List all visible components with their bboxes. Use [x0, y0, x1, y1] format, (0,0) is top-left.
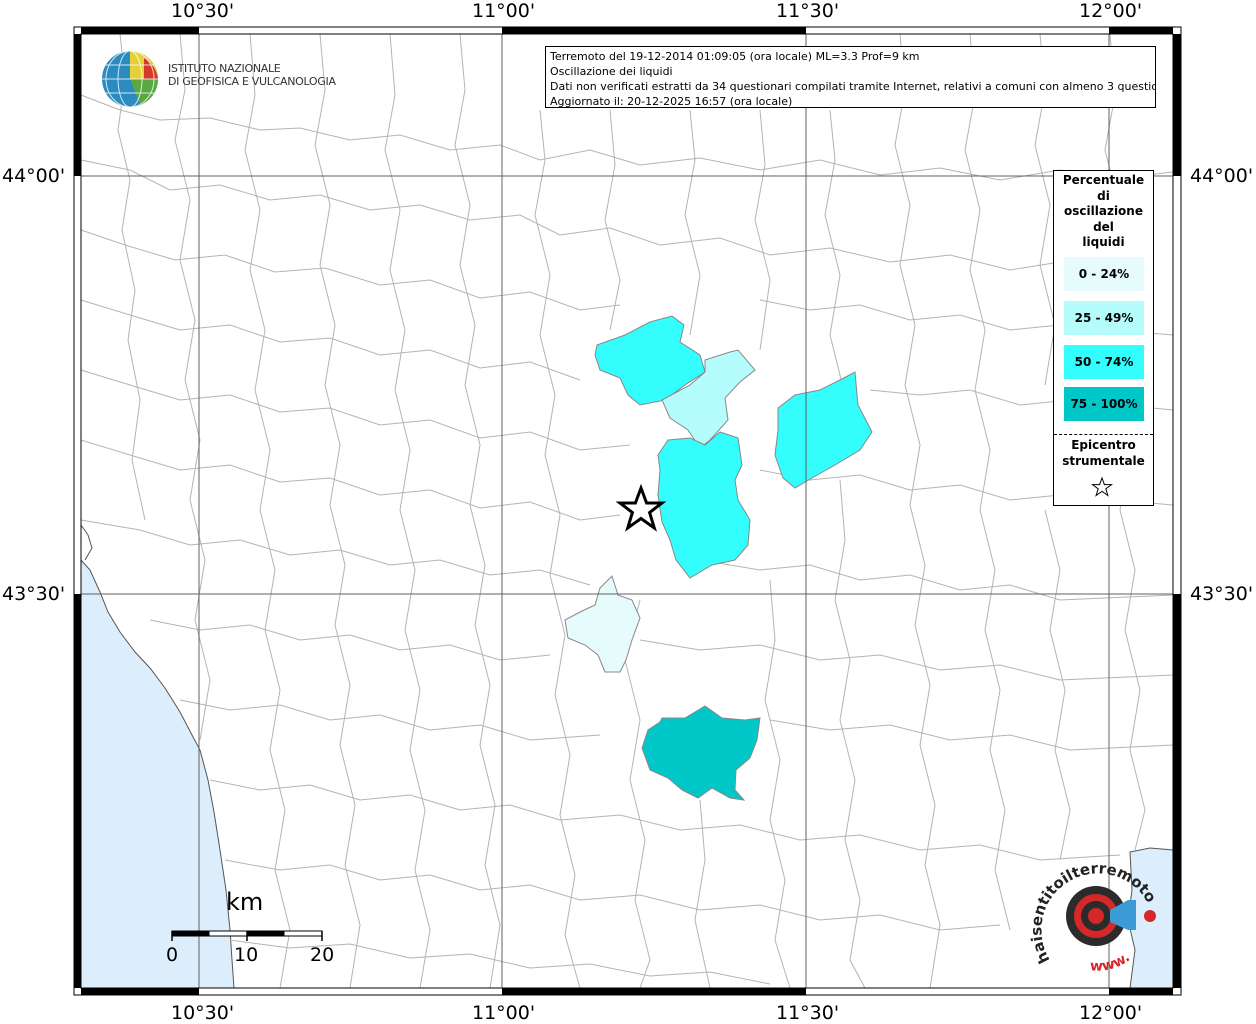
ingv-name: ISTITUTO NAZIONALE DI GEOFISICA E VULCAN… [168, 62, 336, 88]
map-subject: Oscillazione dei liquidi [550, 65, 673, 78]
legend-title-line: Percentuale [1062, 173, 1145, 187]
lon-label-bottom-2: 11°00' [472, 1002, 536, 1024]
scale-unit: km [226, 888, 264, 916]
ingv-name-line1: ISTITUTO NAZIONALE [168, 62, 281, 75]
legend-epicenter-line: Epicentro [1071, 438, 1136, 452]
updated-at: Aggiornato il: 20-12-2025 16:57 (ora loc… [550, 95, 793, 108]
data-note: Dati non verificati estratti da 34 quest… [550, 80, 1156, 93]
legend-epicenter-label: Epicentro strumentale [1054, 437, 1153, 469]
lat-label-right-1: 44°00' [1190, 165, 1254, 187]
lon-label-top-2: 11°00' [472, 0, 536, 22]
event-info-box: Terremoto del 19-12-2014 01:09:05 (ora l… [545, 46, 1156, 108]
legend-title-line: oscillazione [1064, 204, 1143, 218]
scale-tick-0: 0 [166, 944, 179, 966]
scale-tick-20: 20 [310, 944, 335, 966]
legend-separator [1054, 434, 1153, 435]
ingv-name-line2: DI GEOFISICA E VULCANOLOGIA [168, 75, 336, 88]
star-icon [1091, 476, 1113, 497]
lon-label-bottom-4: 12°00' [1079, 1002, 1143, 1024]
scale-tick-10: 10 [234, 944, 259, 966]
legend-class-0-24: 0 - 24% [1064, 257, 1144, 291]
ingv-logo: ISTITUTO NAZIONALE DI GEOFISICA E VULCAN… [100, 48, 336, 110]
globe-icon [102, 50, 158, 108]
legend-title: Percentuale di oscillazione del liquidi [1054, 171, 1153, 251]
event-title: Terremoto del 19-12-2014 01:09:05 (ora l… [550, 50, 920, 63]
watermark-url: www. [1090, 949, 1133, 974]
lat-label-left-2: 43°30' [2, 583, 66, 605]
legend-title-line: del [1093, 219, 1114, 234]
legend-class-50-74: 50 - 74% [1064, 345, 1144, 379]
lat-label-right-2: 43°30' [1190, 583, 1254, 605]
haisentitoilterremoto-logo: haisentitoilterremoto.it www. [1028, 848, 1160, 975]
lon-label-bottom-3: 11°30' [776, 1002, 840, 1024]
legend-class-25-49: 25 - 49% [1064, 301, 1144, 335]
lon-label-top-1: 10°30' [171, 0, 235, 22]
lon-label-top-4: 12°00' [1079, 0, 1143, 22]
lon-label-bottom-1: 10°30' [171, 1002, 235, 1024]
legend-class-75-100: 75 - 100% [1064, 387, 1144, 421]
lon-label-top-3: 11°30' [776, 0, 840, 22]
legend-epicenter-line: strumentale [1062, 454, 1145, 468]
lat-label-left-1: 44°00' [2, 165, 66, 187]
legend-title-line: liquidi [1082, 235, 1125, 249]
legend-title-line: di [1097, 188, 1110, 203]
legend: Percentuale di oscillazione del liquidi … [1053, 170, 1154, 506]
